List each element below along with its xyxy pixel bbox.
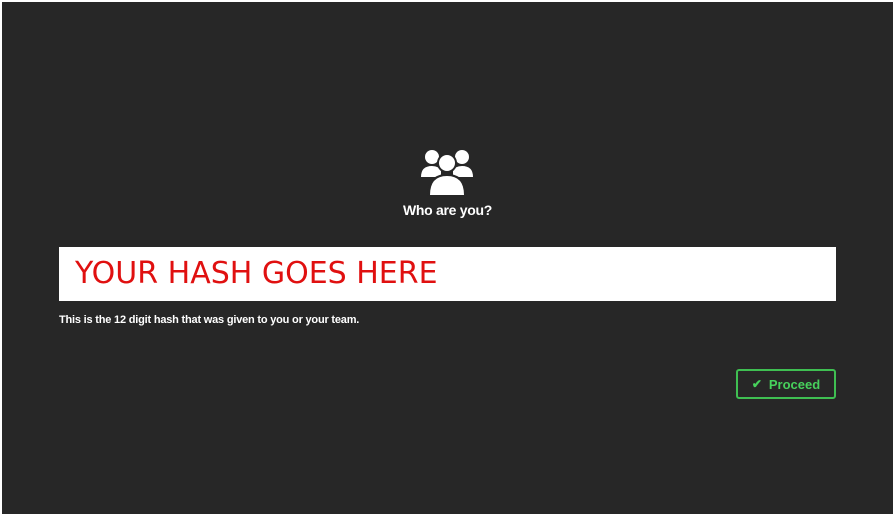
page-title: Who are you? (403, 202, 492, 218)
login-panel: Who are you? This is the 12 digit hash t… (2, 2, 893, 514)
checkmark-icon: ✔ (751, 377, 762, 391)
proceed-button[interactable]: ✔ Proceed (736, 369, 836, 399)
proceed-label: Proceed (768, 376, 821, 392)
users-group-icon (418, 147, 476, 197)
hash-hint: This is the 12 digit hash that was given… (59, 314, 360, 326)
hash-input[interactable] (59, 247, 836, 301)
